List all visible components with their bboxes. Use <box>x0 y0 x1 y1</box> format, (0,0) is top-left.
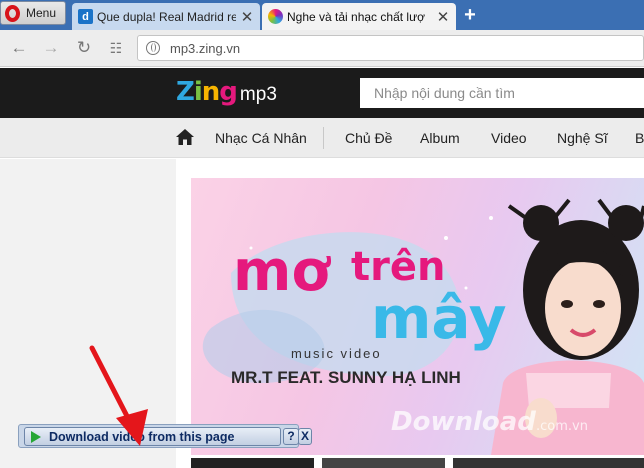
banner-title-line1: mơ <box>233 239 331 304</box>
play-icon <box>31 430 41 443</box>
nav-album[interactable]: Album <box>420 130 460 146</box>
help-button[interactable]: ? <box>283 428 299 445</box>
forward-arrow-icon[interactable]: → <box>41 38 61 58</box>
nav-video[interactable]: Video <box>491 130 527 146</box>
download-video-bar: Download video from this page ? X <box>18 424 312 448</box>
tab-title: Nghe và tải nhạc chất lượ <box>287 9 425 24</box>
main-nav: Nhạc Cá Nhân Chủ Đề Album Video Nghệ Sĩ … <box>0 118 644 158</box>
home-icon[interactable] <box>175 127 195 147</box>
url-field[interactable]: mp3.zing.vn <box>137 35 644 61</box>
speed-dial-grid-icon[interactable]: ☷ <box>106 38 126 58</box>
new-tab-button[interactable]: + <box>460 5 480 26</box>
zing-mp3-logo[interactable]: Zing mp3 <box>176 77 277 107</box>
nav-artists[interactable]: Nghệ Sĩ <box>557 130 608 146</box>
logo-suffix: mp3 <box>239 84 277 105</box>
globe-icon <box>146 41 160 55</box>
close-bar-button[interactable]: X <box>298 428 312 445</box>
search-input[interactable] <box>360 78 644 108</box>
site-header: Zing mp3 <box>0 68 644 118</box>
site-favicon-icon: d <box>78 9 93 24</box>
banner-title-line3: mây <box>371 284 507 352</box>
close-tab-icon[interactable]: ✕ <box>436 8 450 26</box>
opera-logo-icon <box>5 4 20 22</box>
back-arrow-icon[interactable]: ← <box>9 38 29 58</box>
banner-subtitle: music video <box>291 346 382 361</box>
banner-artists: MR.T FEAT. SUNNY HẠ LINH <box>231 368 461 387</box>
menu-label: Menu <box>26 6 57 20</box>
nav-topics[interactable]: Chủ Đề <box>345 130 392 146</box>
nav-divider <box>323 127 324 149</box>
featured-banner[interactable]: mơ trên mây music video MR.T FEAT. SUNNY… <box>191 178 644 455</box>
logo-wordmark: Zing <box>176 77 238 107</box>
tab-title: Que dupla! Real Madrid re <box>97 9 236 24</box>
thumbnail-strip[interactable] <box>191 458 314 468</box>
address-toolbar: ← → ↻ ☷ mp3.zing.vn <box>0 30 644 67</box>
url-text: mp3.zing.vn <box>170 40 241 56</box>
nav-personal-music[interactable]: Nhạc Cá Nhân <box>215 130 307 146</box>
close-tab-icon[interactable]: ✕ <box>240 8 254 26</box>
reload-icon[interactable]: ↻ <box>74 38 94 58</box>
tab-real-madrid[interactable]: d Que dupla! Real Madrid re ✕ <box>72 3 260 30</box>
banner-artwork: mơ trên mây music video MR.T FEAT. SUNNY… <box>202 198 644 455</box>
watermark-main: Download <box>391 407 536 437</box>
download-label: Download video from this page <box>49 429 235 444</box>
tab-zing-mp3[interactable]: Nghe và tải nhạc chất lượ ✕ <box>262 3 456 30</box>
watermark-suffix: .com.vn <box>536 419 588 434</box>
thumbnail-strip[interactable] <box>453 458 644 468</box>
browser-tab-bar: Menu d Que dupla! Real Madrid re ✕ Nghe … <box>0 0 644 30</box>
opera-menu-button[interactable]: Menu <box>0 1 66 25</box>
nav-more[interactable]: B <box>635 130 644 146</box>
download-video-button[interactable]: Download video from this page <box>24 427 281 446</box>
zing-favicon-icon <box>268 9 283 24</box>
thumbnail-strip[interactable] <box>322 458 445 468</box>
